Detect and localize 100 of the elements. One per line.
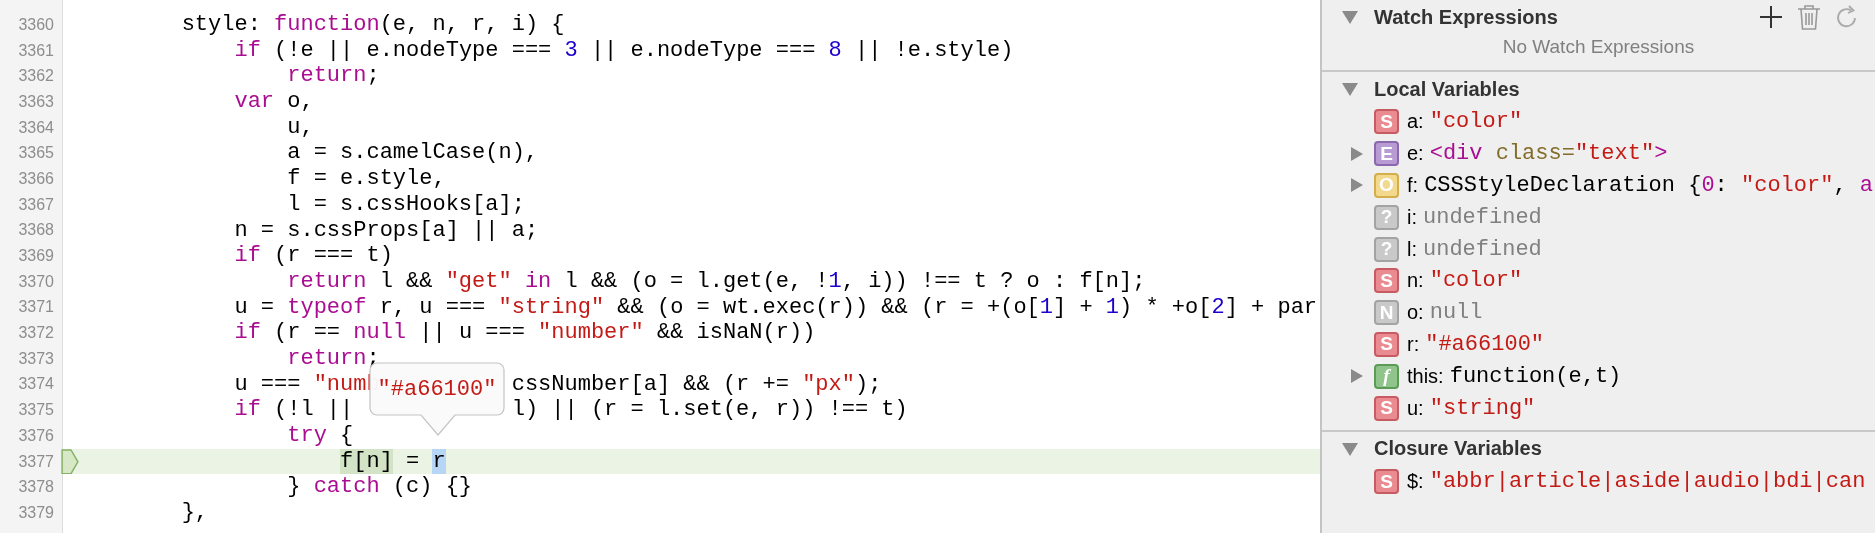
code-token: in: [524, 268, 552, 294]
code-token: r, u ===: [379, 294, 487, 320]
code-token: (!e || e.nodeType ===: [274, 37, 553, 63]
type-badge: S: [1374, 395, 1399, 421]
line-number: 3364: [17, 118, 55, 137]
code-token: return: [287, 268, 367, 294]
line-number: 3362: [17, 67, 55, 86]
line-number: 3365: [17, 144, 55, 163]
trash-icon[interactable]: [1797, 4, 1821, 30]
code-token: return: [287, 345, 367, 371]
code-token: f[n]: [340, 448, 393, 474]
code-token: if: [234, 37, 261, 63]
code-token: 1: [1105, 294, 1119, 320]
code-token: if: [234, 320, 261, 346]
variable-value: "#a66100": [1425, 331, 1545, 357]
code-token: o,: [287, 89, 314, 115]
variable-name: l:: [1407, 237, 1417, 261]
code-token: style:: [181, 12, 262, 37]
variable-name: n:: [1407, 269, 1424, 293]
code-token: (e, n, r, i) {: [379, 12, 565, 37]
code-token: 3: [564, 37, 578, 63]
type-badge: ?: [1374, 236, 1399, 262]
disclosure-triangle-icon[interactable]: [1340, 81, 1360, 97]
code-token: l &&: [379, 268, 434, 294]
disclosure-triangle-icon[interactable]: [1340, 440, 1360, 457]
code-token: && isNaN(r)): [656, 320, 816, 346]
section-title: Closure Variables: [1374, 437, 1542, 461]
code-token: },: [181, 500, 209, 526]
section-title: Watch Expressions: [1374, 5, 1558, 29]
code-token: =: [406, 448, 421, 474]
line-number: 3360: [17, 15, 55, 34]
disclosure-triangle-icon[interactable]: [1340, 9, 1360, 25]
expand-triangle-icon[interactable]: [1350, 145, 1364, 162]
code-token: n = s.cssProps[a] || a;: [234, 217, 539, 243]
code-token: ;: [366, 63, 380, 89]
code-token: l) || (r = l.set(e, r)) !== t): [511, 397, 908, 423]
refresh-icon[interactable]: [1835, 4, 1859, 30]
code-token: return: [287, 63, 367, 89]
code-token: }: [287, 474, 302, 500]
code-token: l = s.cssHooks[a];: [287, 191, 525, 217]
code-token: && (o = wt.exec(r)) && (r = +(o[: [617, 294, 1040, 320]
code-token: try: [287, 423, 327, 448]
type-badge: E: [1374, 141, 1399, 167]
variable-name: i:: [1407, 205, 1417, 229]
line-number: 3366: [17, 169, 55, 188]
line-number: 3373: [17, 349, 55, 368]
line-number: 3369: [17, 247, 55, 266]
variable-value: "color": [1429, 268, 1523, 294]
section-title: Local Variables: [1374, 77, 1520, 101]
variable-value: null: [1429, 300, 1483, 326]
code-token: || e.nodeType ===: [590, 37, 817, 63]
line-number: 3378: [17, 478, 55, 497]
type-badge: S: [1374, 331, 1399, 357]
variable-value: CSSStyleDeclaration {0: "color", a: [1424, 173, 1873, 198]
variable-name: $:: [1407, 470, 1424, 494]
type-badge: S: [1374, 469, 1399, 495]
variable-value: "color": [1429, 109, 1523, 135]
code-token: ) * +o[: [1119, 294, 1212, 320]
code-token: , i)) !== t ? o : f[n];: [841, 268, 1146, 294]
line-number: 3375: [17, 401, 55, 420]
expand-triangle-icon[interactable]: [1350, 368, 1364, 385]
code-token: (c) {}: [392, 474, 473, 500]
variable-value: "string": [1429, 395, 1536, 421]
variable-value: <div class="text">: [1429, 141, 1668, 167]
code-token: var: [234, 89, 275, 115]
code-token: "get": [445, 268, 512, 294]
code-token: "number": [538, 320, 644, 346]
code-token: cssNumber[a] && (r +=: [511, 371, 790, 397]
variable-name: e:: [1407, 142, 1424, 166]
variable-name: u:: [1407, 396, 1424, 420]
variable-value: function(e,t): [1449, 363, 1622, 389]
code-token: catch: [313, 474, 380, 500]
expand-triangle-icon[interactable]: [1350, 177, 1364, 194]
code-token: u =: [234, 294, 276, 320]
line-number: 3370: [17, 272, 55, 291]
code-token: 1: [1039, 294, 1053, 320]
code-token: || u ===: [419, 320, 526, 346]
code-token: if: [234, 243, 261, 269]
code-token: function: [274, 12, 380, 37]
variable-name: f:: [1407, 174, 1419, 197]
variable-value: undefined: [1423, 204, 1542, 230]
type-badge: ?: [1374, 204, 1399, 230]
type-badge: O: [1374, 173, 1399, 198]
code-token: "numb: [313, 371, 380, 397]
line-number: 3377: [17, 452, 55, 471]
type-badge: S: [1374, 109, 1399, 135]
line-number: 3372: [17, 324, 55, 343]
code-token: l && (o = l.get(e, !: [564, 268, 829, 294]
line-number: 3371: [17, 298, 55, 317]
add-icon[interactable]: [1759, 4, 1783, 30]
code-token: {: [340, 423, 354, 448]
line-number: 3368: [17, 221, 55, 240]
code-token: (r === t): [274, 243, 393, 269]
code-token: 2: [1211, 294, 1225, 320]
code-token: "string": [498, 294, 605, 320]
variable-name: r:: [1407, 332, 1420, 356]
variable-name: o:: [1407, 301, 1424, 325]
code-token: null: [353, 320, 407, 346]
code-token: 1: [828, 268, 842, 294]
code-token: ] + par: [1224, 294, 1318, 320]
